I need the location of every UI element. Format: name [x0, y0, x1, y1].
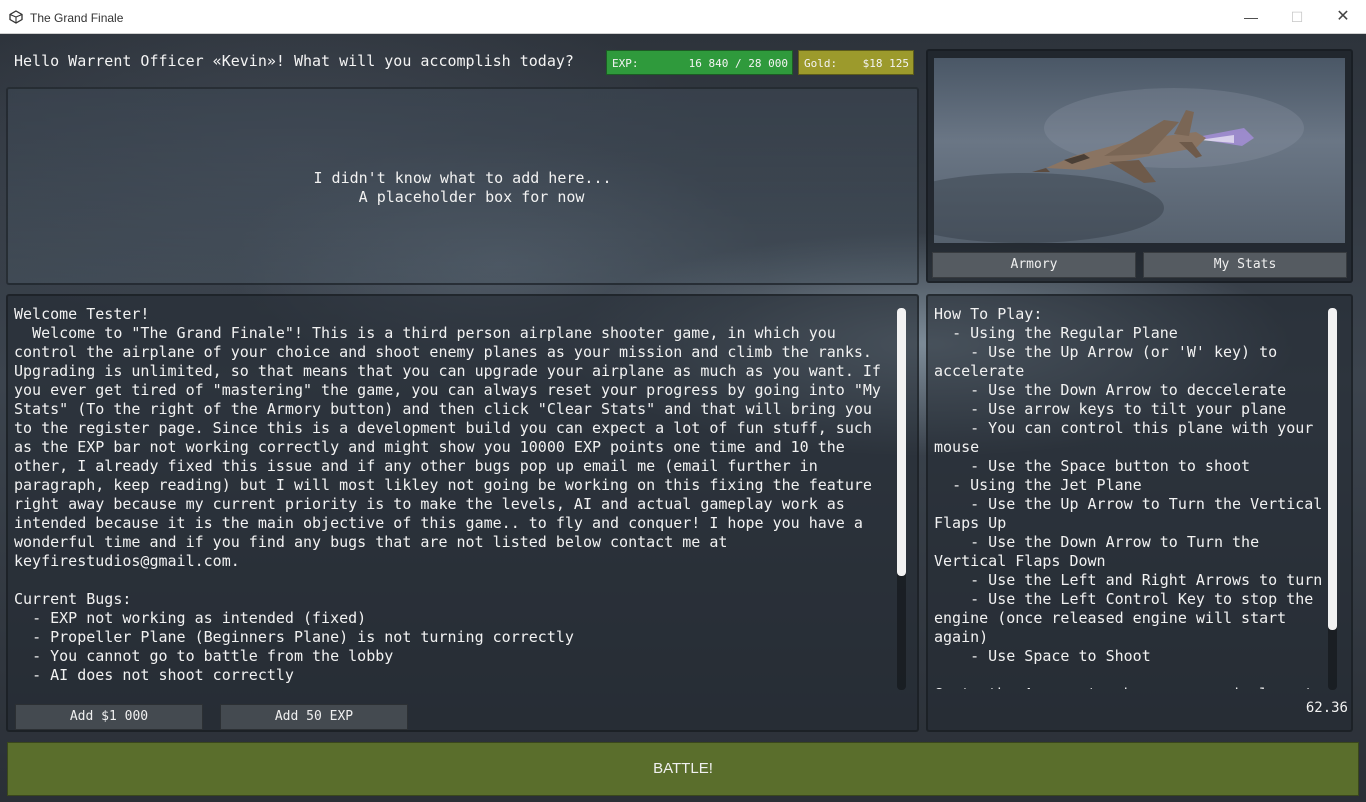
close-button[interactable]: ✕ — [1320, 0, 1366, 34]
exp-value: 16 840 / 28 000 — [688, 57, 788, 70]
gold-value: $18 125 — [862, 57, 909, 70]
placeholder-panel: I didn't know what to add here... A plac… — [6, 87, 919, 285]
exp-label: EXP: — [612, 57, 639, 70]
game-viewport: Hello Warrent Officer «Kevin»! What will… — [0, 34, 1366, 802]
unity-logo-icon — [9, 10, 23, 24]
airplane-preview-panel: Armory My Stats — [884, 49, 1353, 283]
maximize-button[interactable]: ☐ — [1274, 0, 1320, 34]
how-to-play-scrollbar-thumb[interactable] — [1328, 308, 1337, 630]
my-stats-button[interactable]: My Stats — [1143, 252, 1347, 278]
window-titlebar: The Grand Finale — ☐ ✕ — [0, 0, 1366, 34]
how-to-play-text: How To Play: - Using the Regular Plane -… — [934, 305, 1323, 689]
add-money-button[interactable]: Add $1 000 — [15, 704, 203, 730]
jet-airplane-icon — [884, 88, 1304, 243]
window-title: The Grand Finale — [30, 11, 124, 25]
greeting-text: Hello Warrent Officer «Kevin»! What will… — [14, 52, 574, 70]
gold-label: Gold: — [804, 57, 838, 70]
welcome-scrollbar-thumb[interactable] — [897, 308, 906, 576]
airplane-preview-view — [884, 58, 1345, 243]
welcome-info-panel: Welcome Tester! Welcome to "The Grand Fi… — [6, 294, 919, 732]
exp-bar: EXP: 16 840 / 28 000 — [606, 50, 793, 75]
placeholder-text: I didn't know what to add here... A plac… — [313, 169, 612, 206]
how-to-play-scrollbar[interactable] — [1328, 308, 1337, 690]
welcome-scrollbar[interactable] — [897, 308, 906, 690]
battle-button[interactable]: BATTLE! — [7, 742, 1359, 796]
armory-button[interactable]: Armory — [932, 252, 1136, 278]
gold-bar: Gold: $18 125 — [798, 50, 914, 75]
minimize-button[interactable]: — — [1228, 0, 1274, 34]
welcome-text: Welcome Tester! Welcome to "The Grand Fi… — [14, 305, 881, 684]
add-exp-button[interactable]: Add 50 EXP — [220, 704, 408, 730]
how-to-play-panel: How To Play: - Using the Regular Plane -… — [926, 294, 1353, 732]
fps-counter: 62.36 — [1305, 700, 1348, 716]
